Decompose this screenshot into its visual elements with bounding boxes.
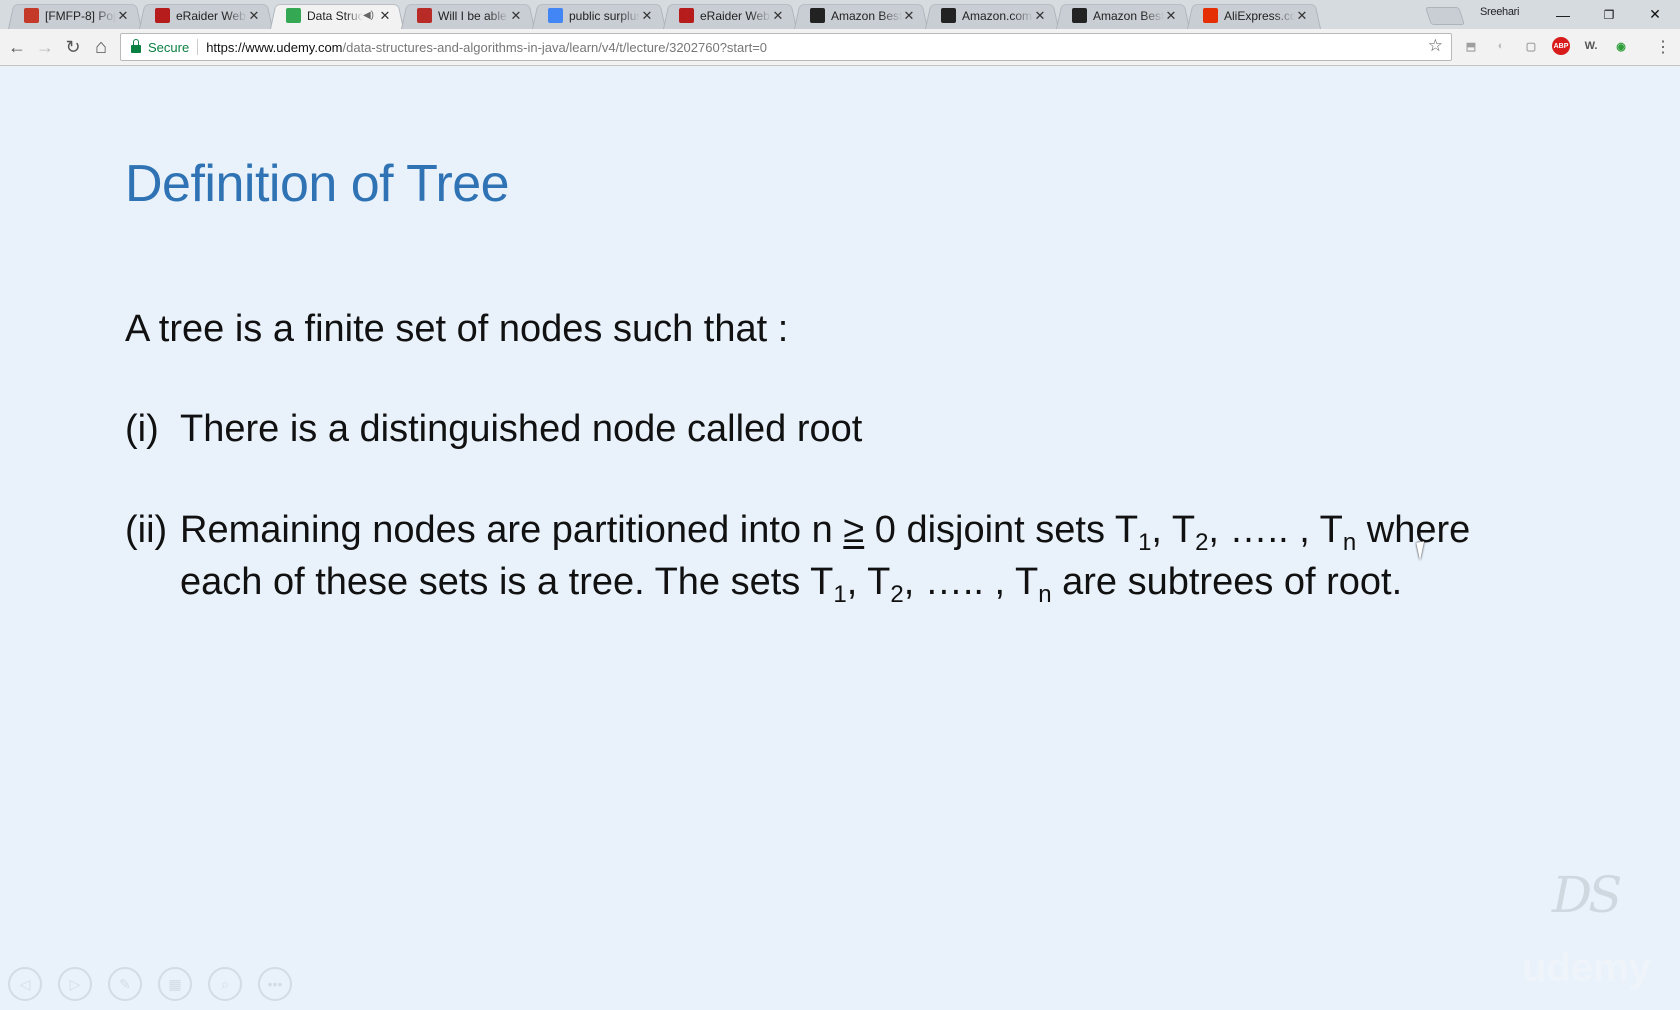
browser-tab[interactable]: public surplus ✕ xyxy=(532,2,666,30)
tab-title: eRaider Web Si xyxy=(176,8,247,23)
pen-tool-button[interactable]: ✎ xyxy=(108,967,142,1001)
ds-watermark-logo: DS xyxy=(1552,866,1622,924)
browser-tab[interactable]: Amazon Best S✕ xyxy=(794,2,928,30)
browser-tab[interactable]: eRaider Web Si✕ xyxy=(139,2,273,30)
new-tab-button[interactable] xyxy=(1425,7,1465,25)
texas-tech-icon xyxy=(679,8,694,23)
restore-button[interactable]: ❐ xyxy=(1586,0,1632,29)
amazon-icon xyxy=(941,8,956,23)
browser-tab[interactable]: Amazon Best S✕ xyxy=(1056,2,1190,30)
browser-tab[interactable]: AliExpress.com✕ xyxy=(1187,2,1321,30)
close-tab-icon[interactable]: ✕ xyxy=(247,8,261,24)
definition-intro: A tree is a finite set of nodes such tha… xyxy=(125,308,789,350)
browser-tab[interactable]: Data Structu◀) ✕ xyxy=(270,2,404,30)
browser-tab[interactable]: eRaider Web Si✕ xyxy=(663,2,797,30)
browser-toolbar: ← → ↻ ⌂ Secure https://www.udemy.com/dat… xyxy=(0,29,1680,66)
amazon-icon xyxy=(1072,8,1087,23)
more-options-button[interactable]: ••• xyxy=(258,967,292,1001)
extension-gray-icon[interactable]: ⬒ xyxy=(1462,37,1480,55)
slide-title: Definition of Tree xyxy=(125,155,510,213)
url-path: /data-structures-and-algorithms-in-java/… xyxy=(342,39,768,55)
next-slide-button[interactable]: ▷ xyxy=(58,967,92,1001)
address-bar[interactable]: Secure https://www.udemy.com/data-struct… xyxy=(120,33,1452,61)
zoom-button[interactable]: ⌕ xyxy=(208,967,242,1001)
tab-title: public surplus xyxy=(569,8,640,23)
url-host: https://www.udemy.com xyxy=(206,39,343,55)
home-button[interactable]: ⌂ xyxy=(88,34,114,60)
item-number: (ii) xyxy=(125,509,168,551)
tab-strip: [FMFP-8] Pop Up✕eRaider Web Si✕Data Stru… xyxy=(0,0,1680,30)
reload-button[interactable]: ↻ xyxy=(60,34,86,60)
page-icon[interactable]: ▢ xyxy=(1522,37,1540,55)
close-tab-icon[interactable]: ✕ xyxy=(509,8,523,24)
back-button[interactable]: ← xyxy=(4,34,30,60)
secure-label: Secure xyxy=(148,39,190,55)
tab-title: Data Structu xyxy=(307,8,363,23)
tab-title: Amazon Best S xyxy=(831,8,902,23)
browser-tab[interactable]: Amazon.com: I✕ xyxy=(925,2,1059,30)
tab-title: AliExpress.com xyxy=(1224,8,1295,23)
close-tab-icon[interactable]: ✕ xyxy=(378,8,392,24)
chrome-menu-button[interactable]: ⋮ xyxy=(1650,34,1676,60)
item-text: Remaining nodes are partitioned into n ≥… xyxy=(180,509,1471,608)
divider xyxy=(197,39,199,55)
wikiwand-icon[interactable]: W. xyxy=(1582,37,1600,55)
tab-title: Amazon Best S xyxy=(1093,8,1164,23)
texas-tech-icon xyxy=(155,8,170,23)
google-icon xyxy=(548,8,563,23)
item-text: There is a distinguished node called roo… xyxy=(180,408,863,450)
bookmark-star-icon[interactable]: ☆ xyxy=(1428,36,1443,56)
aliexpress-icon xyxy=(1203,8,1218,23)
close-window-button[interactable]: ✕ xyxy=(1632,0,1678,29)
speaker-icon[interactable]: ◉ xyxy=(1612,37,1630,55)
profile-name[interactable]: Sreehari xyxy=(1480,6,1519,18)
tab-title: [FMFP-8] Pop Up xyxy=(45,8,116,23)
close-tab-icon[interactable]: ✕ xyxy=(1033,8,1047,24)
tab-title: Will I be able t xyxy=(438,8,509,23)
close-tab-icon[interactable]: ✕ xyxy=(640,8,654,24)
extension-gray-icon[interactable]: ◐ xyxy=(1492,37,1510,55)
lock-icon xyxy=(131,39,141,53)
close-tab-icon[interactable]: ✕ xyxy=(1295,8,1309,24)
close-tab-icon[interactable]: ✕ xyxy=(902,8,916,24)
close-tab-icon[interactable]: ✕ xyxy=(1164,8,1178,24)
bug-icon xyxy=(24,8,39,23)
close-tab-icon[interactable]: ✕ xyxy=(771,8,785,24)
udemy-icon xyxy=(286,8,301,23)
forward-button[interactable]: → xyxy=(32,34,58,60)
minimize-button[interactable]: — xyxy=(1540,0,1586,29)
browser-tab[interactable]: Will I be able t ✕ xyxy=(401,2,535,30)
udemy-watermark-logo: udemy xyxy=(1522,946,1651,990)
adblock-plus-icon[interactable]: ABP xyxy=(1552,37,1570,55)
item-number: (i) xyxy=(125,408,159,450)
lecture-slide: Definition of Tree A tree is a finite se… xyxy=(0,66,1680,1010)
slides-overview-button[interactable]: ▦ xyxy=(158,967,192,1001)
previous-slide-button[interactable]: ◁ xyxy=(8,967,42,1001)
tab-title: Amazon.com: I xyxy=(962,8,1033,23)
greater-equal-symbol: ≥ xyxy=(843,509,865,551)
quora-icon xyxy=(417,8,432,23)
tab-title: eRaider Web Si xyxy=(700,8,771,23)
amazon-icon xyxy=(810,8,825,23)
browser-tab[interactable]: [FMFP-8] Pop Up✕ xyxy=(8,2,142,30)
close-tab-icon[interactable]: ✕ xyxy=(116,8,130,24)
mouse-cursor-icon xyxy=(1416,539,1436,561)
audio-playing-icon[interactable]: ◀) xyxy=(363,10,374,21)
